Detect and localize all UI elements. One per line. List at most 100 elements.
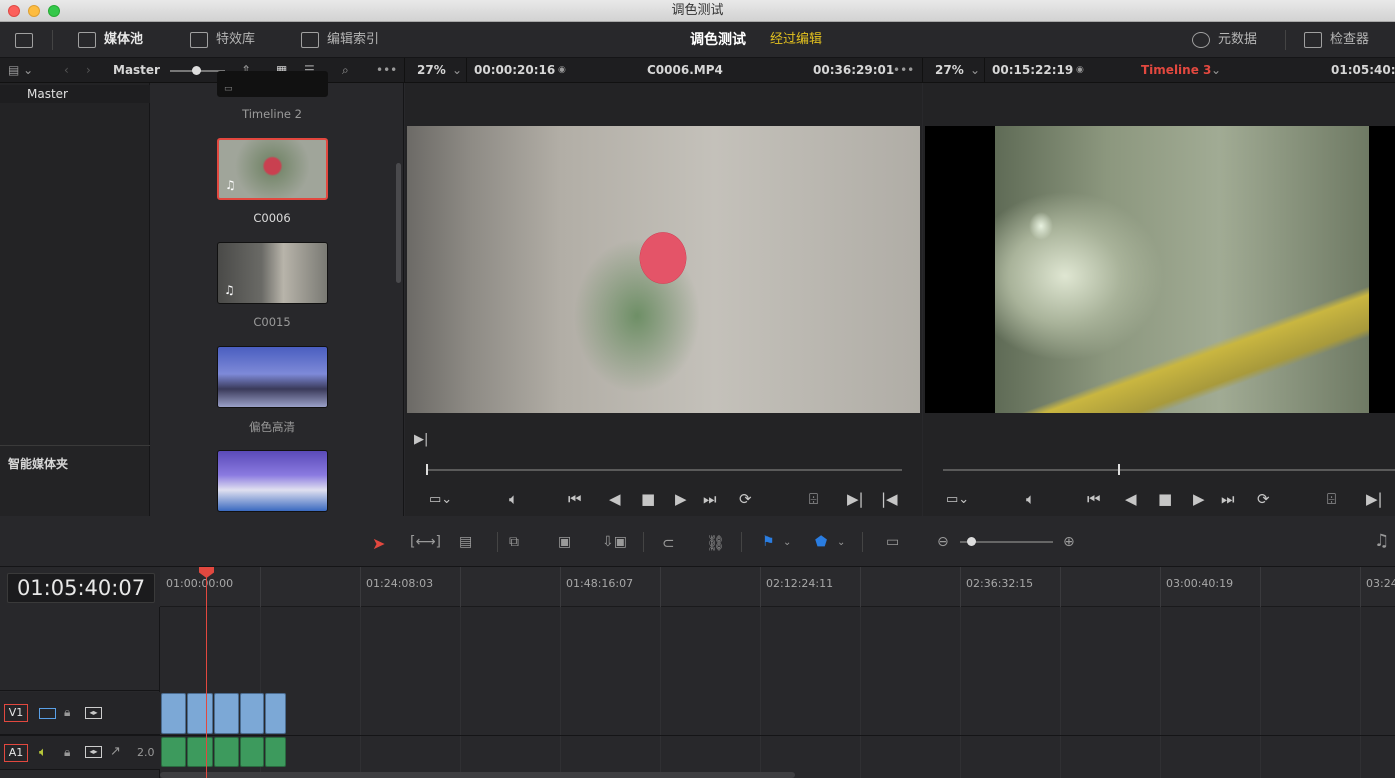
timeline-video-frame[interactable] <box>995 126 1369 413</box>
blade-tool-icon[interactable]: ▤ <box>459 534 472 550</box>
timeline-scrub-bar[interactable] <box>943 469 1395 471</box>
edit-index-button[interactable]: 编辑索引 <box>301 22 379 58</box>
timeline-horizontal-scrollbar[interactable] <box>160 772 795 778</box>
video-clip[interactable] <box>161 693 186 734</box>
match-frame-icon[interactable]: ⌹ <box>809 491 818 507</box>
audio-clip[interactable] <box>265 737 286 767</box>
bin-item-master[interactable]: Master <box>0 85 150 103</box>
timeline-jump-to-end-icon[interactable]: ⏭︎ <box>1221 491 1235 507</box>
ruler-label: 02:36:32:15 <box>966 577 1034 590</box>
link-icon[interactable]: ⛓︎ <box>706 534 725 552</box>
reverse-play-icon[interactable]: ◀︎ <box>609 491 621 507</box>
video-track-icon[interactable] <box>39 708 56 719</box>
timeline-jump-to-start-icon[interactable]: ⏮︎ <box>1087 491 1101 507</box>
replace-clip-icon[interactable]: ⇩▣ <box>602 534 627 550</box>
timeline-reverse-play-icon[interactable]: ◀︎ <box>1125 491 1137 507</box>
video-clip[interactable] <box>214 693 239 734</box>
search-icon[interactable]: ⌕ <box>342 58 349 83</box>
auto-select-icon[interactable]: ◂▸ <box>85 707 102 719</box>
timeline-marker-icon[interactable]: ◉ <box>1076 58 1084 83</box>
stop-icon[interactable]: ■ <box>641 491 655 507</box>
timeline-volume-icon[interactable]: 🔈︎ <box>1026 491 1035 507</box>
track-label-v1[interactable]: V1 <box>4 704 28 722</box>
effects-library-button[interactable]: 特效库 <box>190 22 255 58</box>
jump-to-start-icon[interactable]: ⏮︎ <box>568 491 582 507</box>
timeline-scrub-head[interactable] <box>1118 464 1120 475</box>
zoom-in-icon[interactable]: ⊕ <box>1063 534 1075 550</box>
timeline-stop-icon[interactable]: ■ <box>1158 491 1172 507</box>
inspector-button[interactable]: 检查器 <box>1304 22 1369 58</box>
more-options-icon[interactable]: ••• <box>376 58 397 83</box>
timeline-zoom[interactable]: 27% <box>935 58 964 83</box>
timeline-ruler[interactable]: 01:00:00:00 01:24:08:03 01:48:16:07 02:1… <box>160 567 1395 607</box>
video-clip[interactable] <box>265 693 286 734</box>
nav-back-button[interactable]: ‹ <box>64 58 69 83</box>
lock-icon[interactable]: 🔒︎ <box>64 705 70 720</box>
mark-in-icon[interactable]: ▶︎| <box>847 491 864 507</box>
audio-clip[interactable] <box>240 737 264 767</box>
playhead-line[interactable] <box>206 567 207 778</box>
source-scrub-head[interactable] <box>426 464 428 475</box>
zoom-slider-knob[interactable] <box>967 537 976 546</box>
clip-thumb-wedding[interactable] <box>217 450 328 512</box>
timeline-name[interactable]: Timeline 3 <box>1141 58 1211 83</box>
timeline-view-icon[interactable]: ▭ <box>886 534 899 550</box>
timeline-view-options-icon[interactable]: ▭⌄ <box>946 492 969 508</box>
timeline-match-frame-icon[interactable]: ⌹ <box>1327 491 1336 507</box>
track-label-a1[interactable]: A1 <box>4 744 28 762</box>
flag-dropdown-icon[interactable]: ⌄ <box>783 537 791 548</box>
zoom-window-button[interactable] <box>48 5 60 17</box>
lock-icon[interactable]: 🔒︎ <box>64 745 70 760</box>
source-zoom-dropdown-icon[interactable]: ⌄ <box>452 58 462 83</box>
play-to-end-icon[interactable]: ▶︎| <box>414 432 428 448</box>
clip-thumb-color-cast[interactable] <box>217 346 328 408</box>
slider-knob[interactable] <box>192 66 201 75</box>
play-icon[interactable]: ▶︎ <box>675 491 687 507</box>
source-zoom[interactable]: 27% <box>417 58 446 83</box>
marker-dropdown-icon[interactable]: ⌄ <box>837 537 845 548</box>
audio-track-speaker-icon[interactable]: 🔈︎ <box>39 745 47 760</box>
source-options-icon[interactable]: ••• <box>893 58 914 83</box>
video-clip[interactable] <box>240 693 264 734</box>
source-scrub-bar[interactable] <box>427 469 902 471</box>
mark-out-icon[interactable]: |◀︎ <box>881 491 898 507</box>
clip-thumb-c0015[interactable]: ♫ <box>217 242 328 304</box>
timeline-dropdown-icon[interactable]: ⌄ <box>1211 58 1221 83</box>
bin-list-toggle-icon[interactable]: ▤ ⌄ <box>8 58 33 83</box>
jump-to-end-icon[interactable]: ⏭︎ <box>703 491 717 507</box>
marker-icon[interactable]: ⬟ <box>815 534 827 550</box>
close-window-button[interactable] <box>8 5 20 17</box>
volume-icon[interactable]: 🔈︎ <box>509 491 518 507</box>
selection-tool-icon[interactable]: ➤ <box>372 534 385 553</box>
audio-mixer-icon[interactable]: ♫ <box>1374 531 1389 551</box>
timeline-play-icon[interactable]: ▶︎ <box>1193 491 1205 507</box>
snapping-icon[interactable]: ⊂ <box>662 534 675 552</box>
clip-thumb-timeline-2[interactable]: ▭ <box>217 71 328 97</box>
panel-toggle-button[interactable] <box>15 22 33 58</box>
video-clip[interactable] <box>187 693 213 734</box>
timeline-timecode: 00:15:22:19 <box>992 63 1074 77</box>
media-pool-button[interactable]: 媒体池 <box>78 22 143 58</box>
audio-clip[interactable] <box>214 737 239 767</box>
timeline-zoom-dropdown-icon[interactable]: ⌄ <box>970 58 980 83</box>
audio-clip[interactable] <box>187 737 213 767</box>
auto-select-icon[interactable]: ◂▸ <box>85 746 102 758</box>
flag-icon[interactable]: ⚑ <box>762 534 775 550</box>
timeline-loop-icon[interactable]: ⟳ <box>1257 491 1270 507</box>
timeline-next-edit-icon[interactable]: ▶︎| <box>1366 491 1383 507</box>
zoom-out-icon[interactable]: ⊖ <box>937 534 949 550</box>
thumbnail-scrollbar[interactable] <box>396 163 401 283</box>
audio-clip[interactable] <box>161 737 186 767</box>
overwrite-clip-icon[interactable]: ▣ <box>558 534 571 550</box>
clip-thumb-c0006[interactable]: ♫ <box>217 138 328 200</box>
loop-icon[interactable]: ⟳ <box>739 491 752 507</box>
insert-clip-icon[interactable]: ⧉ <box>509 534 519 550</box>
source-video-frame[interactable] <box>407 126 920 413</box>
nav-forward-button[interactable]: › <box>86 58 91 83</box>
source-marker-icon[interactable]: ◉ <box>558 58 566 83</box>
trim-tool-icon[interactable]: [⟷] <box>410 534 441 550</box>
clip-view-options-icon[interactable]: ▭⌄ <box>429 492 452 508</box>
audio-curve-icon[interactable]: ↗ <box>110 744 121 759</box>
minimize-window-button[interactable] <box>28 5 40 17</box>
metadata-button[interactable]: 元数据 <box>1192 22 1257 58</box>
